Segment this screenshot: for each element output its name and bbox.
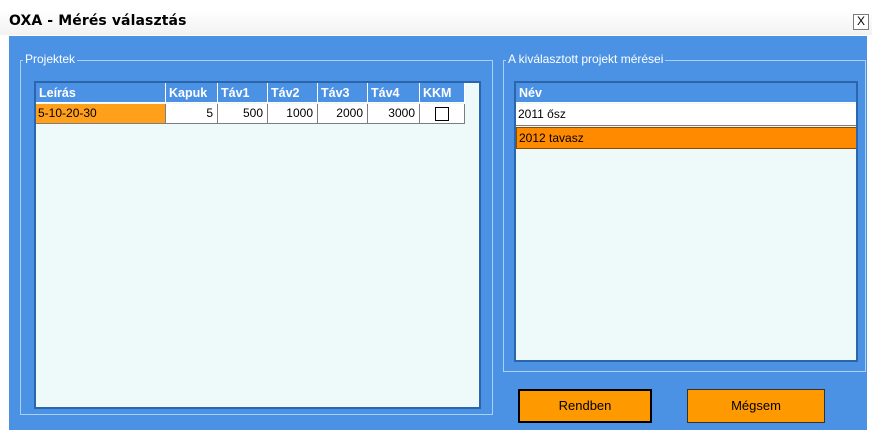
measurement-2012-tavasz[interactable]: 2012 tavasz bbox=[516, 127, 856, 149]
close-button[interactable]: X bbox=[853, 14, 869, 30]
dialog-window: OXA - Mérés választás X Projektek Leírás… bbox=[0, 0, 872, 432]
measurements-grid-header: Név bbox=[516, 83, 856, 105]
cell-tav3[interactable]: 2000 bbox=[318, 104, 368, 124]
col-header-leiras[interactable]: Leírás bbox=[36, 83, 166, 103]
projects-group: Projektek Leírás Kapuk Táv1 Táv2 Táv3 Tá… bbox=[20, 52, 493, 415]
cell-tav2[interactable]: 1000 bbox=[268, 104, 318, 124]
title-bar: OXA - Mérés választás X bbox=[0, 10, 872, 35]
measurement-2011-osz[interactable]: 2011 ősz bbox=[516, 104, 856, 126]
col-header-tav2[interactable]: Táv2 bbox=[268, 83, 318, 103]
col-header-nev[interactable]: Név bbox=[516, 83, 856, 103]
cell-kkm[interactable] bbox=[420, 104, 465, 124]
dialog-client-area: Projektek Leírás Kapuk Táv1 Táv2 Táv3 Tá… bbox=[9, 36, 867, 430]
projects-grid[interactable]: Leírás Kapuk Táv1 Táv2 Táv3 Táv4 KKM 5-1… bbox=[34, 81, 481, 409]
measurements-grid[interactable]: Név 2011 ősz 2012 tavasz bbox=[514, 81, 858, 362]
list-item-selected[interactable]: 2012 tavasz bbox=[516, 127, 856, 149]
cell-kapuk[interactable]: 5 bbox=[166, 104, 218, 124]
window-title: OXA - Mérés választás bbox=[9, 13, 187, 29]
list-item[interactable]: 2011 ősz bbox=[516, 104, 856, 126]
ok-button[interactable]: Rendben bbox=[518, 389, 652, 423]
measurements-group: A kiválasztott projekt mérései Név 2011 … bbox=[503, 52, 866, 372]
col-header-tav4[interactable]: Táv4 bbox=[368, 83, 420, 103]
cell-tav4[interactable]: 3000 bbox=[368, 104, 420, 124]
col-header-tav1[interactable]: Táv1 bbox=[218, 83, 268, 103]
cell-tav1[interactable]: 500 bbox=[218, 104, 268, 124]
table-row[interactable]: 5-10-20-30 5 500 1000 2000 3000 bbox=[36, 104, 465, 124]
kkm-checkbox[interactable] bbox=[435, 107, 449, 121]
projects-group-label: Projektek bbox=[23, 52, 78, 66]
cancel-button[interactable]: Mégsem bbox=[687, 389, 825, 423]
projects-grid-header: Leírás Kapuk Táv1 Táv2 Táv3 Táv4 KKM bbox=[36, 83, 465, 105]
measurements-group-label: A kiválasztott projekt mérései bbox=[506, 52, 666, 66]
col-header-kapuk[interactable]: Kapuk bbox=[166, 83, 218, 103]
col-header-tav3[interactable]: Táv3 bbox=[318, 83, 368, 103]
col-header-kkm[interactable]: KKM bbox=[420, 83, 465, 103]
cell-leiras[interactable]: 5-10-20-30 bbox=[36, 104, 166, 124]
